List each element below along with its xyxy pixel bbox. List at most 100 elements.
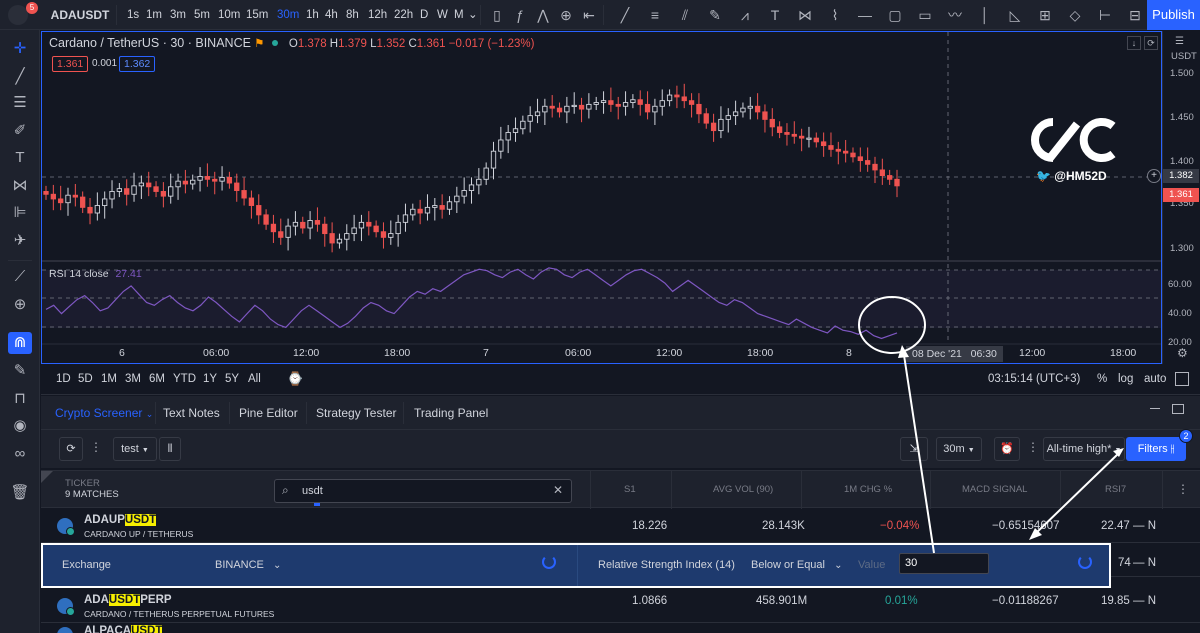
pattern-tool-icon[interactable]: ⋈ xyxy=(8,175,32,197)
prediction-tool-icon[interactable]: ⊫ xyxy=(8,202,32,224)
chart-settings-icon[interactable]: ⚙ xyxy=(1177,346,1188,360)
rsi-legend[interactable]: RSI 14 close 27.41 xyxy=(49,268,142,280)
range-1y[interactable]: 1Y xyxy=(203,373,217,385)
timeframe-W[interactable]: W xyxy=(437,7,448,23)
column-header-macd[interactable]: MACD SIGNAL xyxy=(962,484,1027,495)
zoom-icon[interactable]: ⊕ xyxy=(8,294,32,316)
text-icon[interactable]: T xyxy=(765,5,785,25)
table-row[interactable]: ADAUSDTPERP CARDANO / TETHERUS PERPETUAL… xyxy=(41,589,1200,623)
more-options-icon[interactable]: ⋮ xyxy=(90,440,102,454)
timeframe-8h[interactable]: 8h xyxy=(346,7,359,23)
fullscreen-icon[interactable] xyxy=(1175,372,1189,386)
timeframe-more-icon[interactable]: ⌄ xyxy=(468,7,478,23)
timeframe-12h[interactable]: 12h xyxy=(368,7,387,23)
collapse-corner[interactable] xyxy=(41,471,53,483)
timeframe-22h[interactable]: 22h xyxy=(394,7,413,23)
maximize-icon[interactable]: ⟳ xyxy=(1144,36,1158,50)
tab-text-notes[interactable]: Text Notes xyxy=(163,396,220,430)
timeframe-4h[interactable]: 4h xyxy=(325,7,338,23)
reset-filter-icon[interactable] xyxy=(542,555,556,569)
brush-tool-icon[interactable]: ✐ xyxy=(8,120,32,142)
candlestick-chart[interactable] xyxy=(42,32,1161,363)
timeframe-10m[interactable]: 10m xyxy=(218,7,240,23)
goto-date-icon[interactable]: ⌚ xyxy=(287,371,303,387)
path-icon[interactable]: ⌇ xyxy=(825,5,845,25)
currency-label[interactable]: USDT xyxy=(1171,51,1197,62)
range-ytd[interactable]: YTD xyxy=(173,373,196,385)
tab-pine-editor[interactable]: Pine Editor xyxy=(239,396,298,430)
text-tool-icon[interactable]: T xyxy=(8,147,32,169)
ticker-search-input[interactable]: ⌕ usdt ✕ xyxy=(274,479,572,503)
publish-button[interactable]: Publish xyxy=(1147,0,1200,30)
watchlist-select[interactable]: test ▼ xyxy=(113,437,157,461)
log-toggle[interactable]: log xyxy=(1118,373,1133,385)
candles-icon[interactable]: ▯ xyxy=(487,5,507,25)
tab-strategy-tester[interactable]: Strategy Tester xyxy=(316,396,396,430)
range-1d[interactable]: 1D xyxy=(56,373,71,385)
timeframe-5m[interactable]: 5m xyxy=(194,7,210,23)
trendline-tool-icon[interactable]: ╱ xyxy=(8,66,32,88)
brush-icon[interactable]: ✎ xyxy=(705,5,725,25)
exchange-select[interactable]: BINANCE ⌄ xyxy=(215,559,281,571)
interval-select[interactable]: 30m ▼ xyxy=(936,437,982,461)
clear-search-icon[interactable]: ✕ xyxy=(553,483,563,497)
range-5d[interactable]: 5D xyxy=(78,373,93,385)
callout-icon[interactable]: ▭ xyxy=(915,5,935,25)
more-options-icon-2[interactable]: ⋮ xyxy=(1027,440,1039,454)
vertical-line-icon[interactable]: │ xyxy=(975,5,995,25)
export-button[interactable]: ⇲ xyxy=(900,437,928,461)
column-header-avg-vol[interactable]: AVG VOL (90) xyxy=(713,484,773,495)
hlines-icon[interactable]: ≡ xyxy=(645,5,665,25)
horizontal-ray-icon[interactable]: — xyxy=(855,5,875,25)
chart-pane[interactable] xyxy=(41,31,1162,364)
tab-crypto-screener[interactable]: Crypto Screener ⌄ xyxy=(55,396,153,430)
xabcd-icon[interactable]: ⋈ xyxy=(795,5,815,25)
table-row[interactable]: ADAUPUSDT CARDANO UP / TETHERUS 18.226 2… xyxy=(41,509,1200,543)
templates-icon[interactable]: ⋀ xyxy=(533,5,553,25)
symbol-title[interactable]: Cardano / TetherUS · 30 · BINANCE xyxy=(49,36,251,50)
timeframe-M[interactable]: M xyxy=(454,7,464,23)
reset-filter-icon-2[interactable] xyxy=(1078,555,1092,569)
ticker-column-header[interactable]: TICKER xyxy=(65,478,100,489)
lock-drawing-icon[interactable]: ✎ xyxy=(8,360,32,382)
link-icon[interactable]: ∞ xyxy=(8,443,32,465)
sell-button[interactable]: 1.361 xyxy=(52,56,89,72)
clock[interactable]: 03:15:14 (UTC+3) xyxy=(988,373,1080,385)
rectangle-icon[interactable]: ▢ xyxy=(885,5,905,25)
ruler-icon[interactable]: ◇ xyxy=(1065,5,1085,25)
tab-trading-panel[interactable]: Trading Panel xyxy=(414,396,488,430)
eraser-icon[interactable]: ⊟ xyxy=(1125,5,1145,25)
column-header-rsi7[interactable]: RSI7 xyxy=(1105,484,1126,495)
eye-icon[interactable]: ◉ xyxy=(8,415,32,437)
timeframe-1m[interactable]: 1m xyxy=(146,7,162,23)
column-header-1m-chg[interactable]: 1M CHG % xyxy=(844,484,892,495)
panel-minimize-icon[interactable] xyxy=(1150,408,1160,409)
timeframe-30m[interactable]: 30m xyxy=(277,7,299,23)
range-6m[interactable]: 6M xyxy=(149,373,165,385)
filters-button[interactable]: Filters ⫲ xyxy=(1126,437,1186,461)
menu-button[interactable] xyxy=(8,5,28,25)
column-header-s1[interactable]: S1 xyxy=(624,484,636,495)
measure-icon[interactable]: ⊞ xyxy=(1035,5,1055,25)
range-3m[interactable]: 3M xyxy=(125,373,141,385)
trash-icon[interactable]: 🗑 xyxy=(8,482,32,504)
indicators-icon[interactable]: ƒ xyxy=(510,5,530,25)
column-set-select[interactable]: All-time high* ▼ xyxy=(1043,437,1125,461)
fib-icon[interactable]: ◺ xyxy=(1005,5,1025,25)
fib-tool-icon[interactable]: ☰ xyxy=(8,92,32,114)
scale-settings-icon[interactable]: ☰ xyxy=(1175,36,1184,47)
range-all[interactable]: All xyxy=(248,373,261,385)
columns-icon[interactable]: ⦀ xyxy=(159,437,181,461)
polyline-icon[interactable]: 〰 xyxy=(945,5,965,25)
range-1m[interactable]: 1M xyxy=(101,373,117,385)
symbol-search-button[interactable]: ADAUSDT xyxy=(50,0,110,30)
column-menu-icon[interactable]: ⋮ xyxy=(1177,482,1189,496)
scroll-to-end-icon[interactable]: ↓ xyxy=(1127,36,1141,50)
timeframe-1h[interactable]: 1h xyxy=(306,7,319,23)
condition-select[interactable]: Below or Equal ⌄ xyxy=(751,559,842,571)
icons-tool-icon[interactable]: ✈ xyxy=(8,230,32,252)
crosshair-icon[interactable]: ✛ xyxy=(8,38,32,60)
timeframe-D[interactable]: D xyxy=(420,7,428,23)
timeframe-3m[interactable]: 3m xyxy=(170,7,186,23)
buy-button[interactable]: 1.362 xyxy=(119,56,156,72)
